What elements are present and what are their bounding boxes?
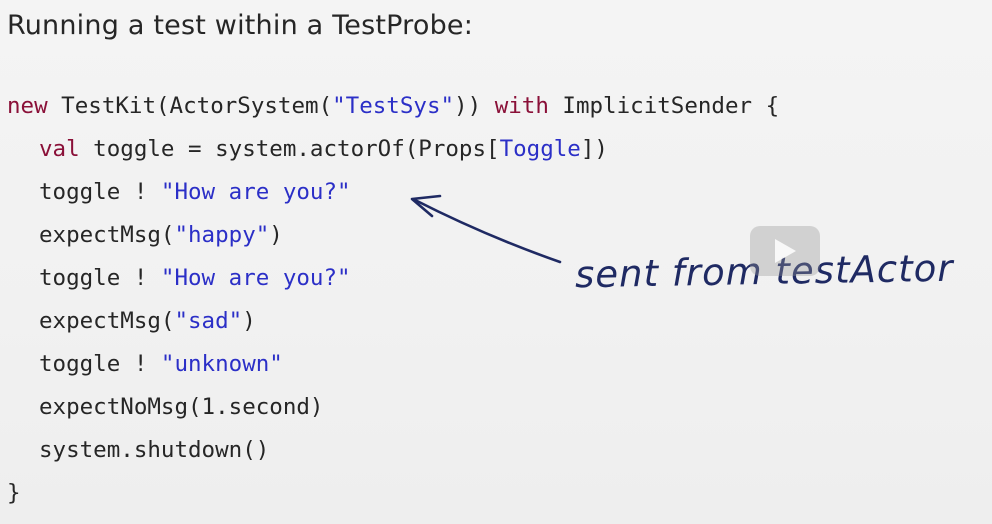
play-triangle-icon bbox=[775, 239, 796, 263]
lecture-slide: Running a test within a TestProbe: new T… bbox=[0, 0, 992, 524]
play-icon[interactable] bbox=[750, 226, 820, 276]
